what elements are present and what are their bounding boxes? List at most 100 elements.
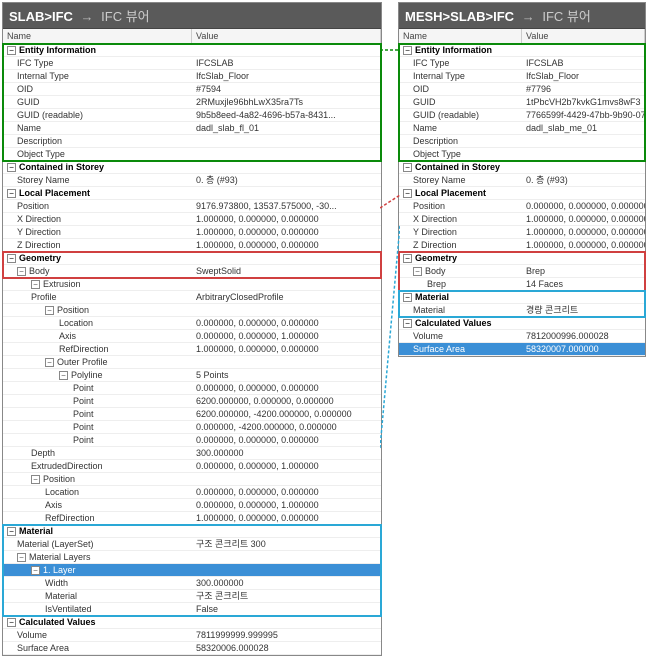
tree-row[interactable]: −BodySweptSolid bbox=[3, 265, 381, 278]
expand-icon[interactable]: − bbox=[7, 618, 16, 627]
tree-row[interactable]: OID#7796 bbox=[399, 83, 645, 96]
tree-row[interactable]: Material경량 콘크리트 bbox=[399, 304, 645, 317]
expand-icon[interactable]: − bbox=[17, 553, 26, 562]
row-name: Location bbox=[59, 318, 93, 328]
tree-row[interactable]: −Local Placement bbox=[399, 187, 645, 200]
tree-row[interactable]: Namedadl_slab_fl_01 bbox=[3, 122, 381, 135]
tree-row[interactable]: Depth300.000000 bbox=[3, 447, 381, 460]
tree-row[interactable]: Point0.000000, -4200.000000, 0.000000 bbox=[3, 421, 381, 434]
tree-row[interactable]: Storey Name0. 층 (#93) bbox=[399, 174, 645, 187]
expand-icon[interactable]: − bbox=[403, 293, 412, 302]
tree-row[interactable]: Surface Area58320007.000000 bbox=[399, 343, 645, 356]
expand-icon[interactable]: − bbox=[403, 189, 412, 198]
tree-row[interactable]: −Calculated Values bbox=[3, 616, 381, 629]
tree-row[interactable]: RefDirection1.000000, 0.000000, 0.000000 bbox=[3, 512, 381, 525]
expand-icon[interactable]: − bbox=[7, 254, 16, 263]
tree-row[interactable]: Internal TypeIfcSlab_Floor bbox=[3, 70, 381, 83]
tree-row[interactable]: −Position bbox=[3, 304, 381, 317]
expand-icon[interactable]: − bbox=[413, 267, 422, 276]
tree-row[interactable]: −Geometry bbox=[399, 252, 645, 265]
tree-row[interactable]: GUID1tPbcVH2b7kvkG1mvs8wF3 bbox=[399, 96, 645, 109]
tree-row[interactable]: Description bbox=[399, 135, 645, 148]
tree-row[interactable]: X Direction1.000000, 0.000000, 0.000000 bbox=[399, 213, 645, 226]
expand-icon[interactable]: − bbox=[7, 46, 16, 55]
tree-row[interactable]: Point6200.000000, -4200.000000, 0.000000 bbox=[3, 408, 381, 421]
tree-row[interactable]: IsVentilatedFalse bbox=[3, 603, 381, 616]
tree-row[interactable]: IFC TypeIFCSLAB bbox=[399, 57, 645, 70]
tree-row[interactable]: −BodyBrep bbox=[399, 265, 645, 278]
left-tree[interactable]: −Entity InformationIFC TypeIFCSLABIntern… bbox=[3, 44, 381, 655]
tree-row[interactable]: −Contained in Storey bbox=[399, 161, 645, 174]
expand-icon[interactable]: − bbox=[31, 475, 40, 484]
expand-icon[interactable]: − bbox=[17, 267, 26, 276]
tree-row[interactable]: −Material Layers bbox=[3, 551, 381, 564]
tree-row[interactable]: Description bbox=[3, 135, 381, 148]
tree-row[interactable]: −Contained in Storey bbox=[3, 161, 381, 174]
expand-icon[interactable]: − bbox=[403, 319, 412, 328]
tree-row[interactable]: Point0.000000, 0.000000, 0.000000 bbox=[3, 434, 381, 447]
tree-row[interactable]: Width300.000000 bbox=[3, 577, 381, 590]
tree-row[interactable]: Location0.000000, 0.000000, 0.000000 bbox=[3, 486, 381, 499]
expand-icon[interactable]: − bbox=[31, 566, 40, 575]
expand-icon[interactable]: − bbox=[403, 46, 412, 55]
tree-row[interactable]: ProfileArbitraryClosedProfile bbox=[3, 291, 381, 304]
tree-row[interactable]: IFC TypeIFCSLAB bbox=[3, 57, 381, 70]
tree-row[interactable]: Position9176.973800, 13537.575000, -30..… bbox=[3, 200, 381, 213]
tree-row[interactable]: RefDirection1.000000, 0.000000, 0.000000 bbox=[3, 343, 381, 356]
expand-icon[interactable]: − bbox=[45, 358, 54, 367]
right-tree[interactable]: −Entity InformationIFC TypeIFCSLABIntern… bbox=[399, 44, 645, 356]
tree-row[interactable]: X Direction1.000000, 0.000000, 0.000000 bbox=[3, 213, 381, 226]
col-value[interactable]: Value bbox=[522, 29, 645, 43]
tree-row[interactable]: Z Direction1.000000, 0.000000, 0.000000 bbox=[399, 239, 645, 252]
tree-row[interactable]: −Polyline5 Points bbox=[3, 369, 381, 382]
tree-row[interactable]: −Extrusion bbox=[3, 278, 381, 291]
expand-icon[interactable]: − bbox=[7, 527, 16, 536]
tree-row[interactable]: Z Direction1.000000, 0.000000, 0.000000 bbox=[3, 239, 381, 252]
tree-row[interactable]: −Material bbox=[399, 291, 645, 304]
tree-row[interactable]: Volume7811999999.999995 bbox=[3, 629, 381, 642]
tree-row[interactable]: Point6200.000000, 0.000000, 0.000000 bbox=[3, 395, 381, 408]
tree-row[interactable]: Position0.000000, 0.000000, 0.000000 bbox=[399, 200, 645, 213]
tree-row[interactable]: −Material bbox=[3, 525, 381, 538]
tree-row[interactable]: Brep14 Faces bbox=[399, 278, 645, 291]
tree-row[interactable]: −Position bbox=[3, 473, 381, 486]
tree-row[interactable]: Surface Area58320006.000028 bbox=[3, 642, 381, 655]
tree-row[interactable]: Volume7812000996.000028 bbox=[399, 330, 645, 343]
tree-row[interactable]: Point0.000000, 0.000000, 0.000000 bbox=[3, 382, 381, 395]
tree-row[interactable]: Axis0.000000, 0.000000, 1.000000 bbox=[3, 499, 381, 512]
tree-row[interactable]: −Geometry bbox=[3, 252, 381, 265]
tree-row[interactable]: GUID2RMuxjle96bhLwX35ra7Ts bbox=[3, 96, 381, 109]
expand-icon[interactable]: − bbox=[7, 189, 16, 198]
tree-row[interactable]: Material구조 콘크리트 bbox=[3, 590, 381, 603]
expand-icon[interactable]: − bbox=[45, 306, 54, 315]
tree-row[interactable]: Internal TypeIfcSlab_Floor bbox=[399, 70, 645, 83]
row-value: 구조 콘크리트 300 bbox=[192, 538, 381, 550]
expand-icon[interactable]: − bbox=[59, 371, 68, 380]
tree-row[interactable]: Material (LayerSet)구조 콘크리트 300 bbox=[3, 538, 381, 551]
tree-row[interactable]: −Calculated Values bbox=[399, 317, 645, 330]
tree-row[interactable]: Y Direction1.000000, 0.000000, 0.000000 bbox=[399, 226, 645, 239]
tree-row[interactable]: Y Direction1.000000, 0.000000, 0.000000 bbox=[3, 226, 381, 239]
col-name[interactable]: Name bbox=[399, 29, 522, 43]
col-value[interactable]: Value bbox=[192, 29, 381, 43]
tree-row[interactable]: Axis0.000000, 0.000000, 1.000000 bbox=[3, 330, 381, 343]
tree-row[interactable]: −Entity Information bbox=[399, 44, 645, 57]
tree-row[interactable]: Location0.000000, 0.000000, 0.000000 bbox=[3, 317, 381, 330]
tree-row[interactable]: Object Type bbox=[399, 148, 645, 161]
tree-row[interactable]: −Outer Profile bbox=[3, 356, 381, 369]
tree-row[interactable]: GUID (readable)9b5b8eed-4a82-4696-b57a-8… bbox=[3, 109, 381, 122]
tree-row[interactable]: ExtrudedDirection0.000000, 0.000000, 1.0… bbox=[3, 460, 381, 473]
tree-row[interactable]: GUID (readable)7766599f-4429-47bb-9b90-0… bbox=[399, 109, 645, 122]
tree-row[interactable]: −1. Layer bbox=[3, 564, 381, 577]
col-name[interactable]: Name bbox=[3, 29, 192, 43]
tree-row[interactable]: −Local Placement bbox=[3, 187, 381, 200]
expand-icon[interactable]: − bbox=[403, 254, 412, 263]
tree-row[interactable]: Object Type bbox=[3, 148, 381, 161]
expand-icon[interactable]: − bbox=[7, 163, 16, 172]
tree-row[interactable]: OID#7594 bbox=[3, 83, 381, 96]
tree-row[interactable]: −Entity Information bbox=[3, 44, 381, 57]
expand-icon[interactable]: − bbox=[403, 163, 412, 172]
tree-row[interactable]: Storey Name0. 층 (#93) bbox=[3, 174, 381, 187]
tree-row[interactable]: Namedadl_slab_me_01 bbox=[399, 122, 645, 135]
expand-icon[interactable]: − bbox=[31, 280, 40, 289]
